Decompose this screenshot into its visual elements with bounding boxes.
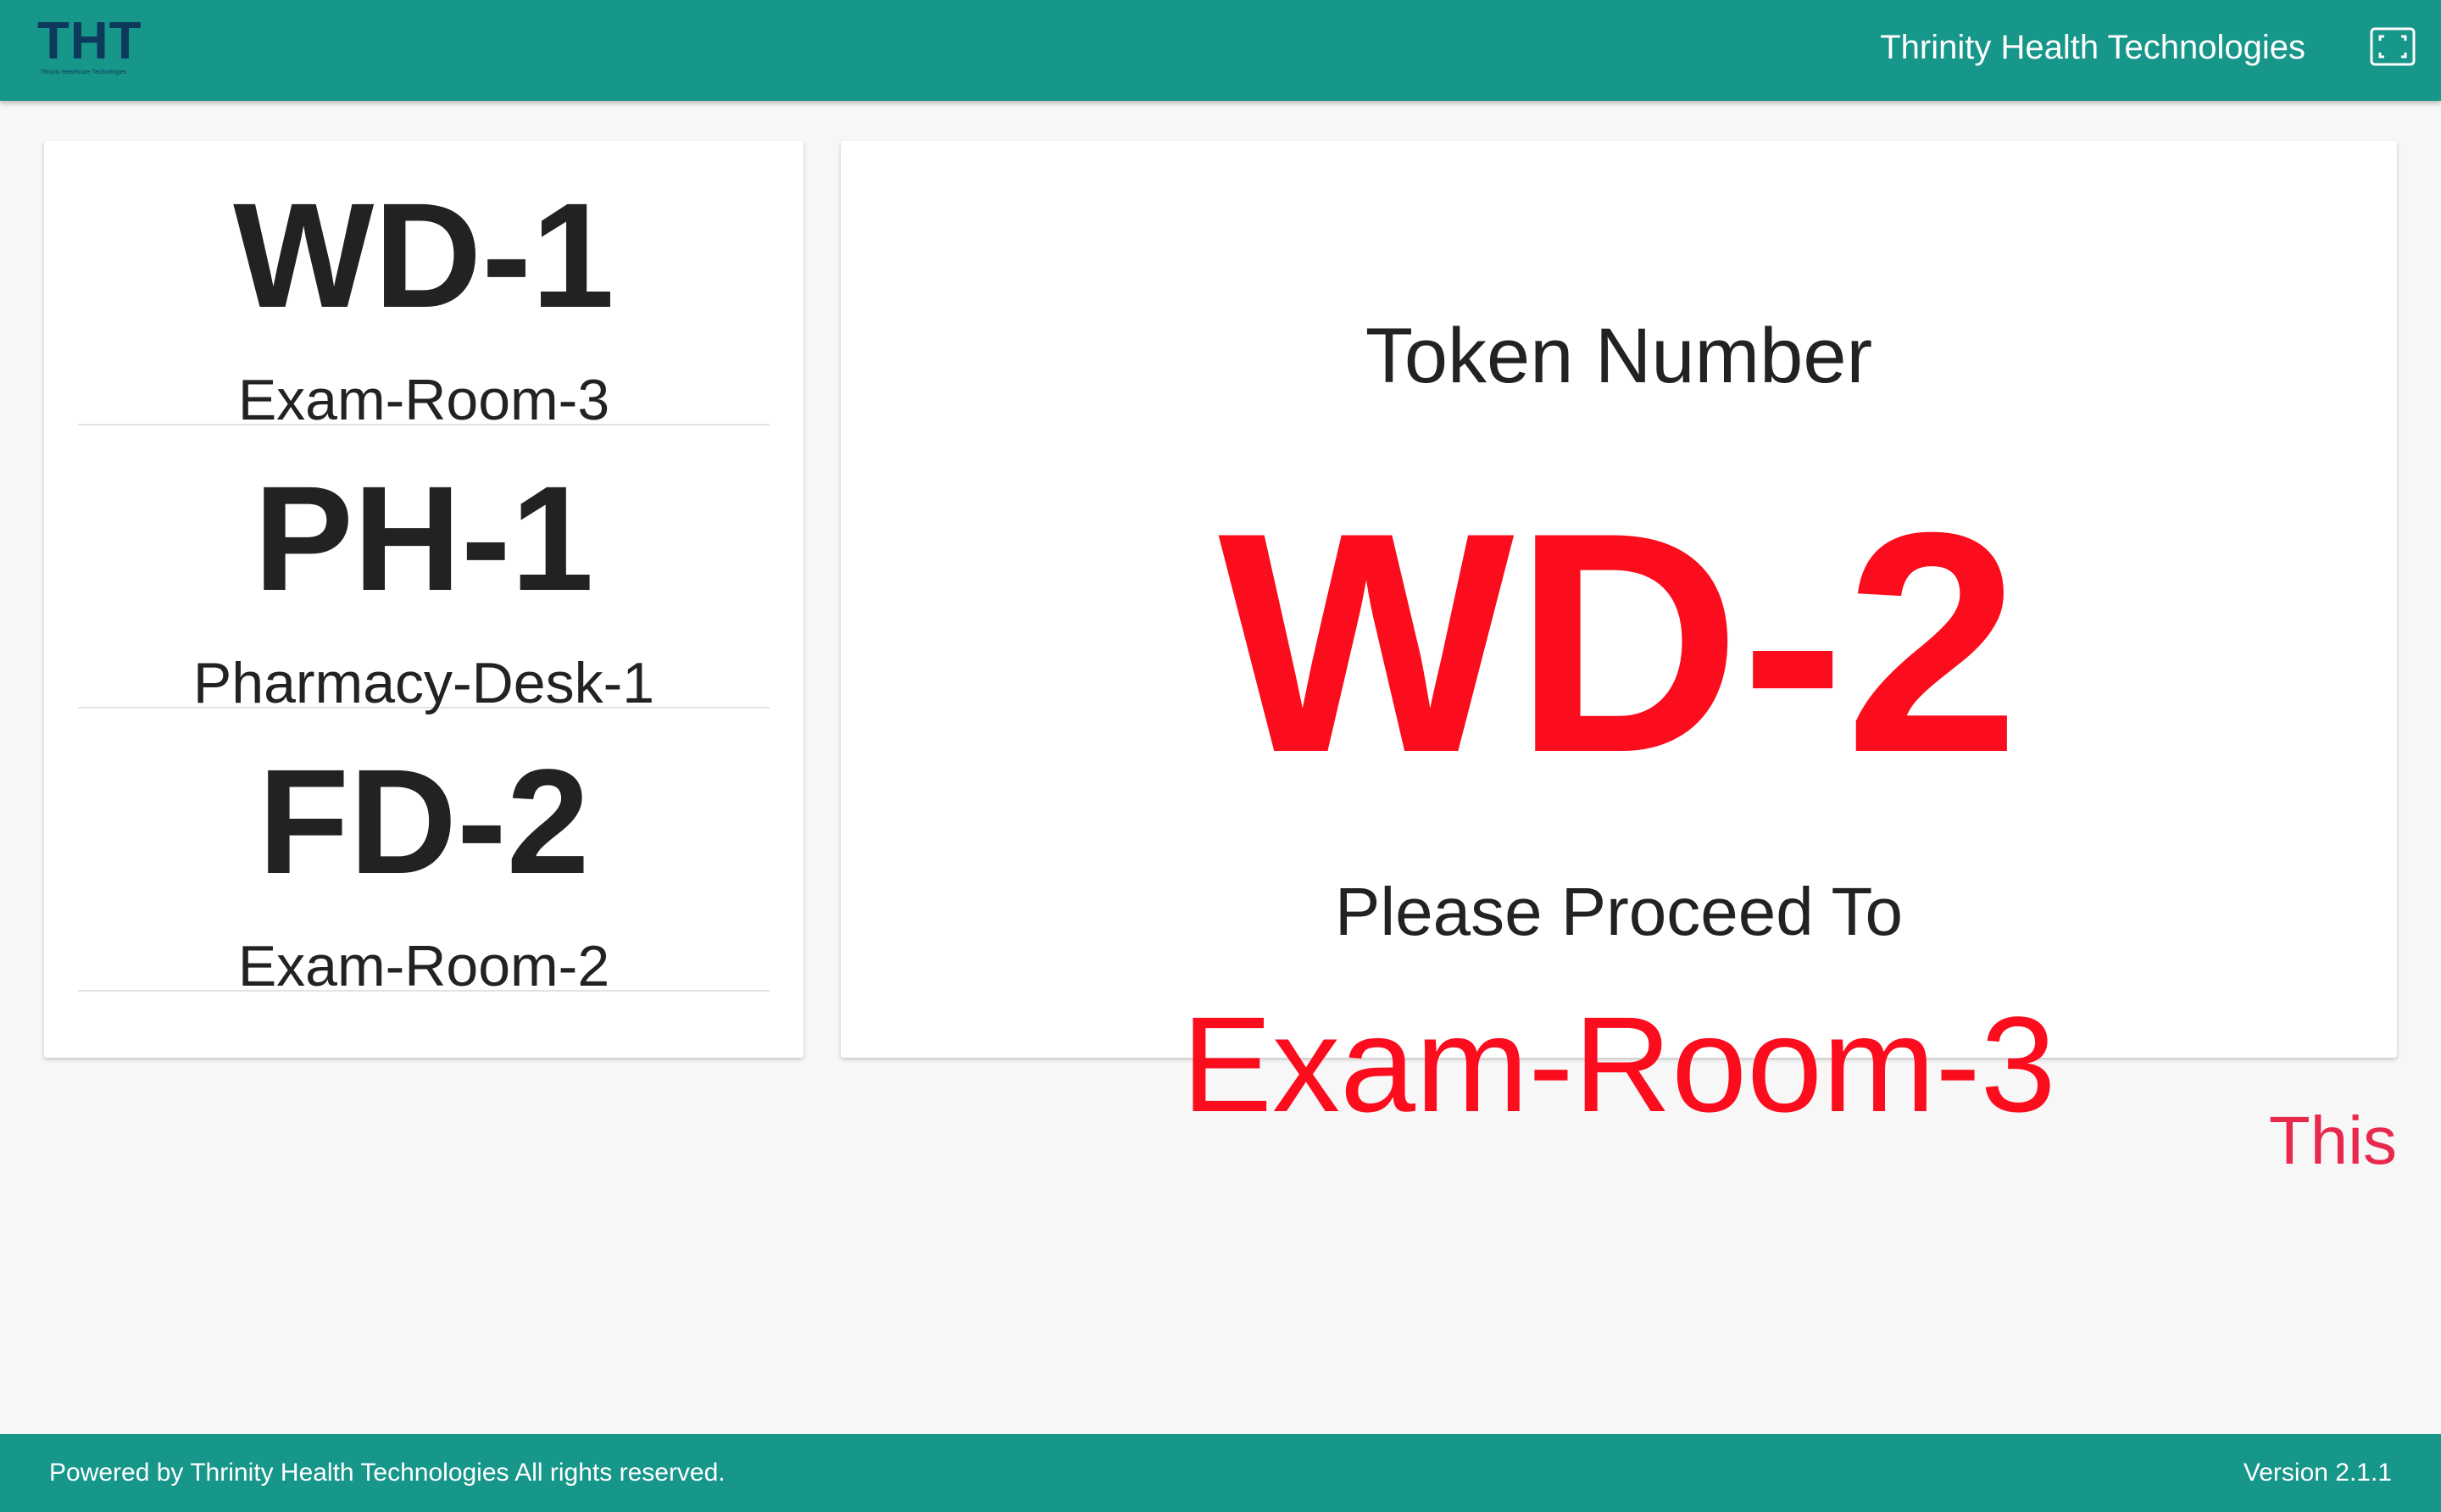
current-token-number: WD-2 <box>1218 468 2020 818</box>
token-number-label: Token Number <box>1365 313 1873 399</box>
scrolling-ticker: This <box>2268 1103 2397 1178</box>
proceed-label: Please Proceed To <box>1334 874 1904 949</box>
queue-room: Exam-Room-2 <box>237 934 610 998</box>
footer-version: Version 2.1.1 <box>2243 1459 2392 1487</box>
queue-token: WD-1 <box>233 173 614 339</box>
app-title: Thrinity Health Technologies <box>1880 29 2305 66</box>
fullscreen-icon <box>2370 27 2416 66</box>
logo: THT Thrinity Healthcare Technologies <box>37 15 147 76</box>
logo-text: THT <box>37 12 142 70</box>
footer-copyright: Powered by Thrinity Health Technologies … <box>49 1459 726 1487</box>
recent-tokens-panel: WD-1 Exam-Room-3 PH-1 Pharmacy-Desk-1 FD… <box>44 141 803 1058</box>
list-item: WD-1 Exam-Room-3 <box>78 141 770 429</box>
queue-room: Exam-Room-3 <box>237 368 610 432</box>
destination-room: Exam-Room-3 <box>1182 988 2056 1140</box>
list-item: PH-1 Pharmacy-Desk-1 <box>78 424 770 715</box>
fullscreen-button[interactable] <box>2370 27 2416 66</box>
header-bar: THT Thrinity Healthcare Technologies Thr… <box>0 0 2441 101</box>
logo-subtext: Thrinity Healthcare Technologies <box>41 69 127 75</box>
queue-token: FD-2 <box>258 739 590 905</box>
queue-token: PH-1 <box>253 456 594 622</box>
footer-bar: Powered by Thrinity Health Technologies … <box>0 1434 2441 1512</box>
queue-room: Pharmacy-Desk-1 <box>192 651 655 715</box>
list-item: FD-2 Exam-Room-2 <box>78 707 770 998</box>
current-token-panel: Token Number WD-2 Please Proceed To Exam… <box>841 141 2397 1132</box>
